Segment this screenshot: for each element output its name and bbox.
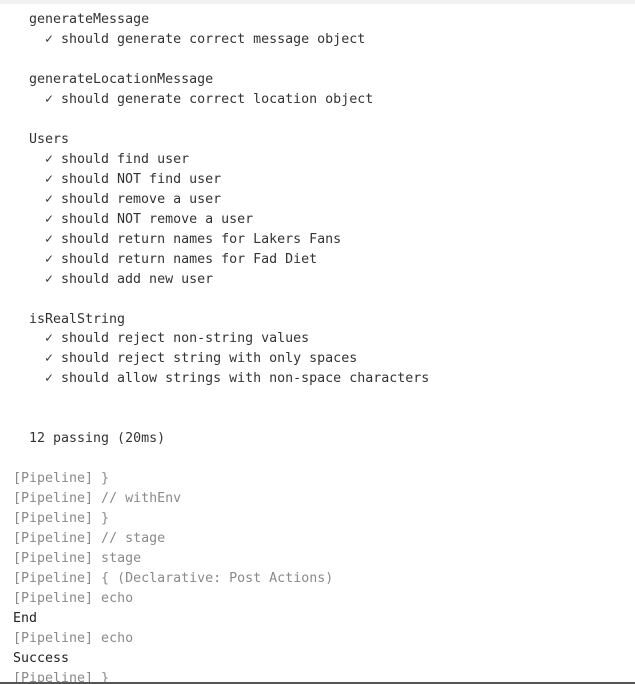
test-name: should find user xyxy=(61,152,190,167)
test-result: ✓ should NOT find user xyxy=(0,170,635,190)
test-result: ✓ should generate correct message object xyxy=(0,30,635,50)
log-line: [Pipeline] } xyxy=(13,671,110,682)
test-name: should remove a user xyxy=(61,192,222,207)
test-name: should generate correct location object xyxy=(61,92,374,107)
test-result: ✓ should find user xyxy=(0,150,635,170)
check-icon: ✓ xyxy=(45,252,54,267)
log-line: [Pipeline] // stage xyxy=(13,531,166,546)
test-result: ✓ should return names for Lakers Fans xyxy=(0,230,635,250)
check-icon: ✓ xyxy=(45,172,54,187)
check-icon: ✓ xyxy=(45,152,54,167)
suite-title: Users xyxy=(29,132,70,147)
check-icon: ✓ xyxy=(45,272,54,287)
test-result: ✓ should remove a user xyxy=(0,190,635,210)
test-name: should return names for Fad Diet xyxy=(61,252,318,267)
log-line: [Pipeline] stage xyxy=(13,551,142,566)
suite-title: generateLocationMessage xyxy=(29,72,214,87)
log-line: [Pipeline] { (Declarative: Post Actions) xyxy=(13,571,334,586)
check-icon: ✓ xyxy=(45,351,54,366)
check-icon: ✓ xyxy=(45,331,54,346)
log-line: [Pipeline] } xyxy=(13,471,110,486)
suite-title: generateMessage xyxy=(29,12,150,27)
test-name: should NOT remove a user xyxy=(61,212,254,227)
test-name: should return names for Lakers Fans xyxy=(61,232,342,247)
test-result: ✓ should reject non-string values xyxy=(0,329,635,349)
log-line: [Pipeline] } xyxy=(13,511,110,526)
check-icon: ✓ xyxy=(45,192,54,207)
test-name: should reject non-string values xyxy=(61,331,310,346)
log-line: [Pipeline] // withEnv xyxy=(13,491,182,506)
top-divider xyxy=(0,0,635,4)
log-output: Success xyxy=(13,651,70,666)
test-name: should add new user xyxy=(61,272,214,287)
test-summary: 12 passing (20ms) xyxy=(29,431,166,446)
test-result: ✓ should NOT remove a user xyxy=(0,210,635,230)
check-icon: ✓ xyxy=(45,212,54,227)
test-result: ✓ should reject string with only spaces xyxy=(0,349,635,369)
check-icon: ✓ xyxy=(45,371,54,386)
test-result: ✓ should allow strings with non-space cha… xyxy=(0,369,635,389)
check-icon: ✓ xyxy=(45,232,54,247)
test-name: should generate correct message object xyxy=(61,32,366,47)
test-result: ✓ should add new user xyxy=(0,270,635,290)
test-name: should NOT find user xyxy=(61,172,222,187)
test-name: should allow strings with non-space char… xyxy=(61,371,430,386)
test-name: should reject string with only spaces xyxy=(61,351,358,366)
test-result: ✓ should return names for Fad Diet xyxy=(0,250,635,270)
log-line: [Pipeline] echo xyxy=(13,631,134,646)
check-icon: ✓ xyxy=(45,32,54,47)
test-result: ✓ should generate correct location object xyxy=(0,90,635,110)
console-output: generateMessage ✓ should generate correct… xyxy=(0,10,635,682)
log-output: End xyxy=(13,611,38,626)
suite-title: isRealString xyxy=(29,312,126,327)
check-icon: ✓ xyxy=(45,92,54,107)
log-line: [Pipeline] echo xyxy=(13,591,134,606)
